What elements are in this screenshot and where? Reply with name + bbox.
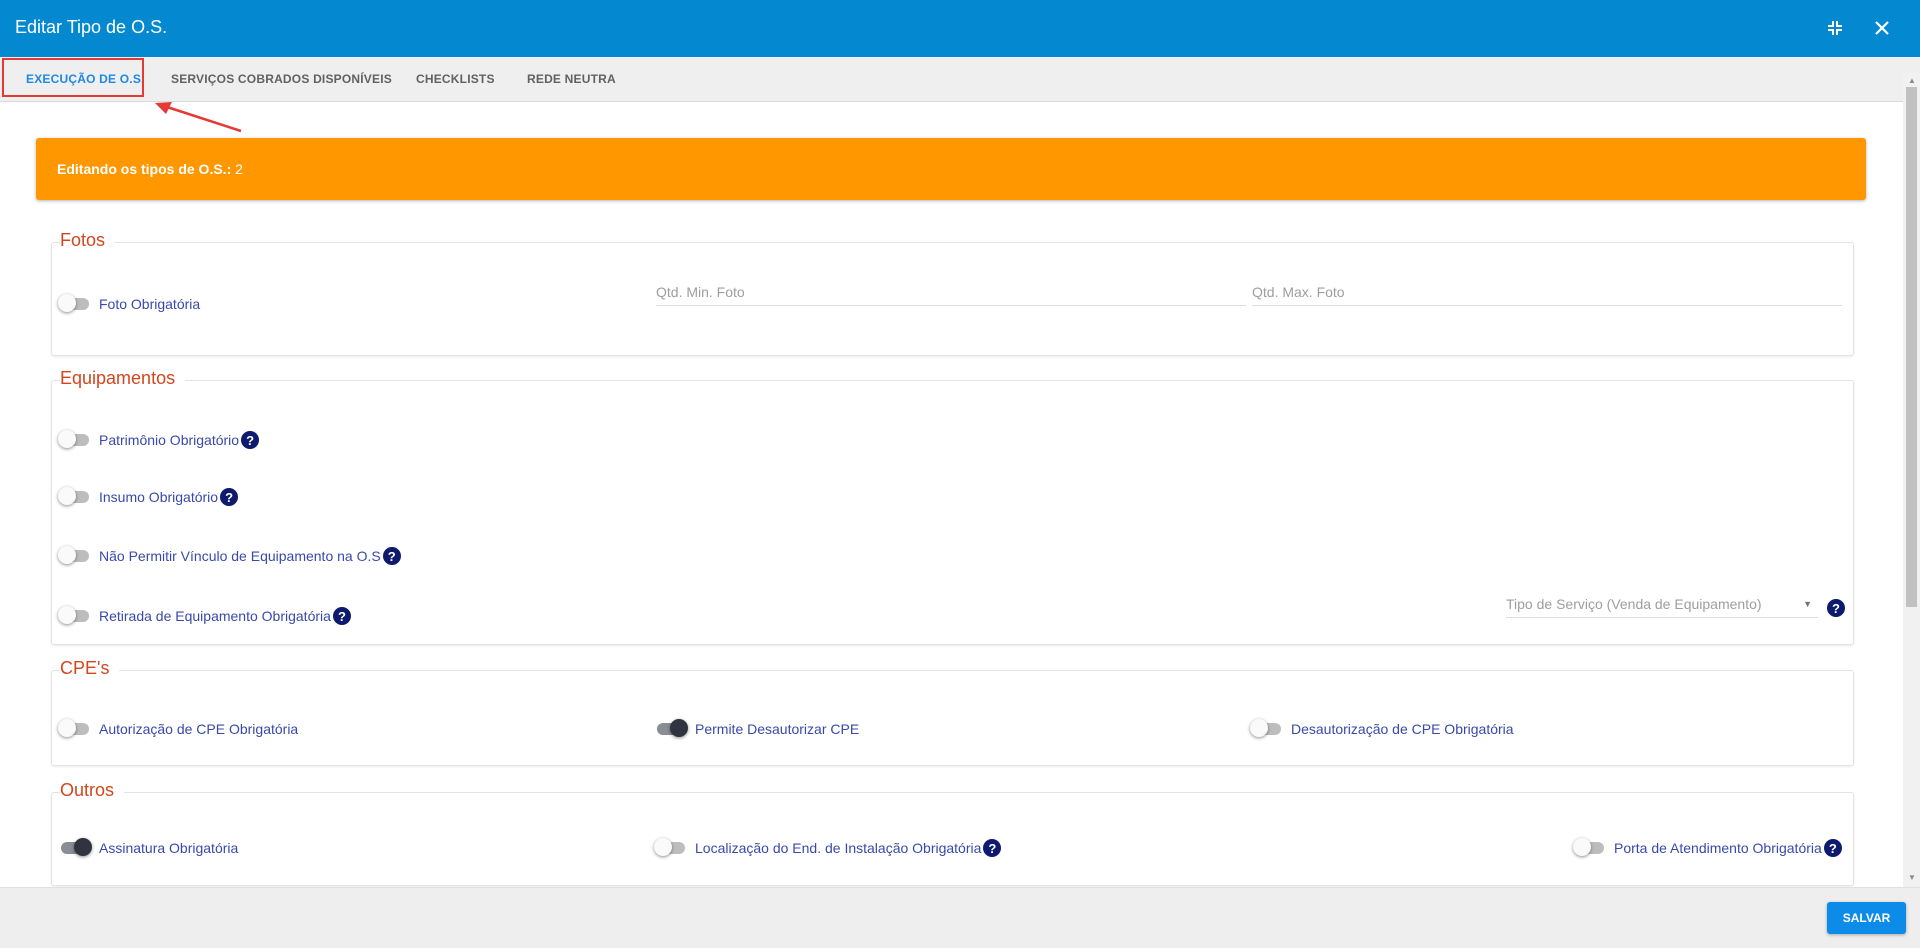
localizacao-instalacao-toggle[interactable]	[654, 838, 687, 856]
editing-banner: Editando os tipos de O.S.: 2	[36, 138, 1866, 200]
localizacao-instalacao-label: Localização do End. de Instalação Obriga…	[695, 840, 982, 856]
dialog-header: Editar Tipo de O.S.	[0, 0, 1920, 57]
dialog-footer: SALVAR	[0, 887, 1920, 948]
section-title-outros: Outros	[60, 780, 125, 801]
desautorizacao-cpe-toggle[interactable]	[1250, 719, 1283, 737]
scroll-up-arrow-icon[interactable]: ▲	[1908, 76, 1916, 85]
autorizacao-cpe-label: Autorização de CPE Obrigatória	[99, 721, 299, 737]
save-button[interactable]: SALVAR	[1827, 902, 1906, 934]
insumo-obrigatorio-toggle[interactable]	[58, 487, 91, 505]
help-icon[interactable]: ?	[220, 488, 239, 506]
content-scrollbar[interactable]: ▲ ▼	[1903, 73, 1920, 887]
close-icon[interactable]	[1869, 15, 1895, 41]
patrimonio-obrigatorio-toggle[interactable]	[58, 430, 91, 448]
section-title-equipamentos: Equipamentos	[60, 368, 186, 389]
scrollbar-thumb[interactable]	[1906, 87, 1917, 607]
help-icon[interactable]: ?	[1827, 599, 1845, 617]
tab-checklists[interactable]: CHECKLISTS	[416, 57, 495, 101]
permite-desautorizar-cpe-label: Permite Desautorizar CPE	[695, 721, 860, 737]
foto-obrigatoria-label: Foto Obrigatória	[99, 296, 201, 312]
assinatura-obrigatoria-label: Assinatura Obrigatória	[99, 840, 239, 856]
retirada-equipamento-toggle[interactable]	[58, 606, 91, 624]
banner-value: 2	[235, 161, 243, 177]
dropdown-arrow-icon: ▼	[1803, 599, 1812, 609]
nao-permitir-vinculo-label: Não Permitir Vínculo de Equipamento na O…	[99, 548, 381, 564]
section-title-cpes: CPE's	[60, 658, 120, 679]
assinatura-obrigatoria-toggle[interactable]	[59, 838, 92, 856]
banner-label: Editando os tipos de O.S.:	[57, 161, 232, 177]
autorizacao-cpe-toggle[interactable]	[58, 719, 91, 737]
foto-obrigatoria-toggle[interactable]	[58, 294, 91, 312]
tab-bar: EXECUÇÃO DE O.S. SERVIÇOS COBRADOS DISPO…	[0, 57, 1920, 102]
tipo-servico-placeholder: Tipo de Serviço (Venda de Equipamento)	[1506, 596, 1762, 612]
help-icon[interactable]: ?	[382, 547, 401, 565]
porta-atendimento-label: Porta de Atendimento Obrigatória	[1614, 840, 1822, 856]
help-icon[interactable]: ?	[983, 839, 1002, 857]
nao-permitir-vinculo-toggle[interactable]	[58, 546, 91, 564]
help-icon[interactable]: ?	[241, 431, 260, 449]
fieldset-fotos: Fotos Foto Obrigatória Qtd. Min. Foto Qt…	[51, 230, 1854, 356]
porta-atendimento-toggle[interactable]	[1573, 838, 1606, 856]
dialog-title: Editar Tipo de O.S.	[15, 17, 168, 37]
collapse-fullscreen-icon[interactable]	[1822, 15, 1848, 41]
fieldset-equipamentos: Equipamentos Patrimônio Obrigatório ? In…	[51, 368, 1854, 645]
annotation-arrow-icon	[155, 102, 242, 133]
tab-highlight-box	[2, 58, 144, 97]
insumo-obrigatorio-label: Insumo Obrigatório	[99, 489, 219, 505]
fieldset-outros: Outros Assinatura Obrigatória Localizaçã…	[51, 780, 1854, 886]
tipo-servico-select[interactable]: Tipo de Serviço (Venda de Equipamento) ▼	[1506, 591, 1818, 618]
qtd-max-foto-input[interactable]: Qtd. Max. Foto	[1252, 279, 1842, 306]
dialog-content: Editando os tipos de O.S.: 2 Fotos Foto …	[0, 102, 1903, 887]
patrimonio-obrigatorio-label: Patrimônio Obrigatório	[99, 432, 240, 448]
tab-servicos-cobrados[interactable]: SERVIÇOS COBRADOS DISPONÍVEIS	[171, 57, 392, 101]
permite-desautorizar-cpe-toggle[interactable]	[655, 719, 688, 737]
retirada-equipamento-label: Retirada de Equipamento Obrigatória	[99, 608, 331, 624]
help-icon[interactable]: ?	[1823, 839, 1842, 857]
scroll-down-arrow-icon[interactable]: ▼	[1908, 873, 1916, 882]
qtd-min-foto-input[interactable]: Qtd. Min. Foto	[656, 279, 1246, 306]
tab-rede-neutra[interactable]: REDE NEUTRA	[527, 57, 616, 101]
fieldset-cpes: CPE's Autorização de CPE Obrigatória Per…	[51, 658, 1854, 766]
section-title-fotos: Fotos	[60, 230, 116, 251]
help-icon[interactable]: ?	[332, 607, 351, 625]
desautorizacao-cpe-label: Desautorização de CPE Obrigatória	[1291, 721, 1514, 737]
